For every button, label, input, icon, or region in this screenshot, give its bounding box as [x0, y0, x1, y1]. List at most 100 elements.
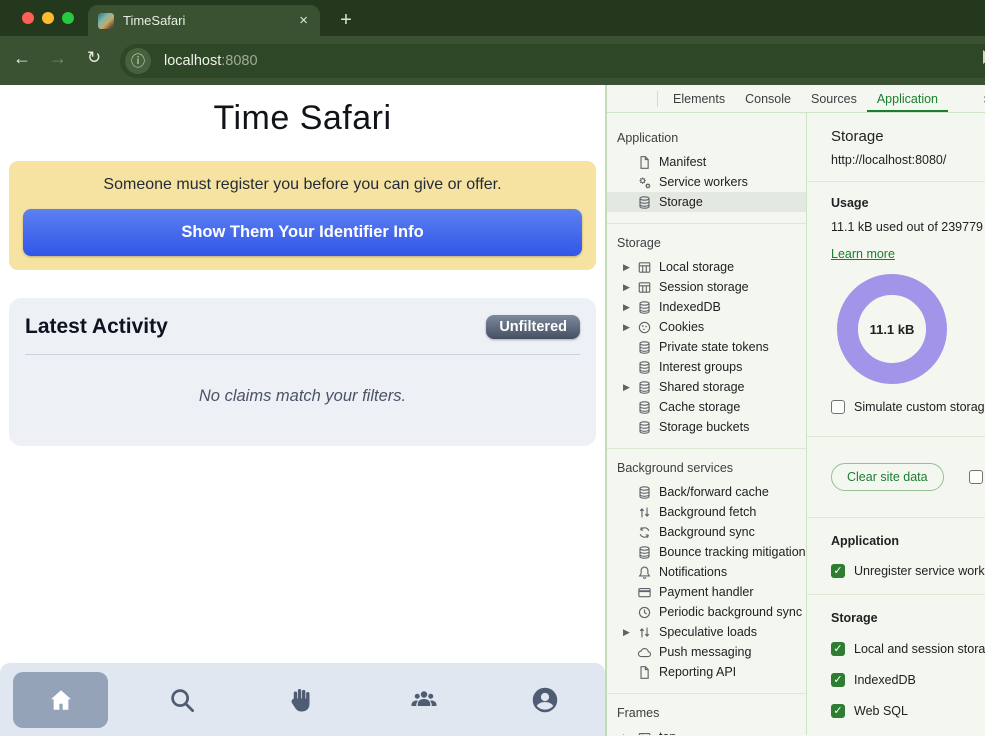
show-identifier-info-button[interactable]: Show Them Your Identifier Info [23, 209, 582, 256]
database-icon [636, 379, 652, 395]
checkbox-label: Unregister service workers [854, 564, 985, 578]
profile-icon[interactable] [530, 685, 560, 715]
info-icon[interactable]: ⓘ [125, 48, 151, 74]
sidebar-item-reporting-api[interactable]: Reporting API [607, 662, 806, 682]
checkbox-label: Local and session storage [854, 642, 985, 656]
sidebar-item-label: Private state tokens [659, 340, 769, 354]
sidebar-item-label: Cookies [659, 320, 704, 334]
search-icon[interactable] [167, 685, 197, 715]
application-checkbox-list: ✓ Unregister service workers [831, 564, 985, 578]
include-third-party-checkbox[interactable] [969, 470, 983, 484]
expander-triangle-icon[interactable]: ▶ [623, 382, 636, 393]
sidebar-item-interest-groups[interactable]: Interest groups [607, 357, 806, 377]
sidebar-item-indexeddb[interactable]: ▶IndexedDB [607, 297, 806, 317]
checkbox-unregister-service-workers[interactable]: ✓ [831, 564, 845, 578]
sidebar-item-storage[interactable]: Storage [607, 192, 806, 212]
devtools-storage-pane: Storage http://localhost:8080/ Usage 11.… [807, 113, 985, 735]
simulate-quota-label: Simulate custom storage quota [854, 400, 985, 414]
minimize-icon[interactable] [42, 12, 54, 24]
sidebar-item-cookies[interactable]: ▶ Cookies [607, 317, 806, 337]
reload-icon[interactable]: ↻ [81, 48, 107, 68]
clear-site-data-row: Clear site data including third-party co… [831, 449, 985, 505]
url-text[interactable]: localhost:8080 [164, 53, 258, 69]
nav-item-projects[interactable] [242, 685, 363, 715]
people-icon[interactable] [409, 685, 439, 715]
sidebar-item-cache-storage[interactable]: Cache storage [607, 397, 806, 417]
sidebar-item-label: Notifications [659, 565, 727, 579]
devtools-tab-application[interactable]: Application [867, 85, 948, 112]
devtools-tab-sources[interactable]: Sources [801, 85, 867, 112]
hand-icon[interactable] [288, 685, 318, 715]
storage-section-header: Storage [831, 611, 985, 625]
sidebar-item-private-state-tokens[interactable]: Private state tokens [607, 337, 806, 357]
expander-triangle-icon[interactable]: ▶ [623, 322, 636, 333]
sidebar-item-notifications[interactable]: Notifications [607, 562, 806, 582]
device-toolbar-icon[interactable] [631, 87, 655, 111]
clear-site-data-button[interactable]: Clear site data [831, 463, 944, 491]
expander-triangle-icon[interactable]: ▶ [623, 282, 636, 293]
devtools-tab-elements[interactable]: Elements [663, 85, 735, 112]
sidebar-item-speculative-loads[interactable]: ▶Speculative loads [607, 622, 806, 642]
close-icon[interactable] [22, 12, 34, 24]
nav-item-contacts[interactable] [363, 685, 484, 715]
sidebar-section-background-services: Background services Back/forward cache Bac… [607, 448, 806, 693]
checkbox-local-and-session-storage[interactable]: ✓ [831, 642, 845, 656]
sidebar-item-top[interactable]: ▶top [607, 727, 806, 735]
sidebar-item-local-storage[interactable]: ▶ Local storage [607, 257, 806, 277]
sidebar-item-label: Manifest [659, 155, 706, 169]
sidebar-item-shared-storage[interactable]: ▶Shared storage [607, 377, 806, 397]
sidebar-item-label: Service workers [659, 175, 748, 189]
zoom-icon[interactable] [62, 12, 74, 24]
back-icon[interactable]: ← [9, 48, 35, 69]
browser-tab[interactable]: TimeSafari × [88, 5, 320, 36]
sidebar-item-manifest[interactable]: Manifest [607, 152, 806, 172]
forward-icon: → [45, 48, 71, 69]
window-controls [22, 12, 74, 24]
storage-checkbox-list: ✓Local and session storage✓IndexedDB✓Web… [831, 642, 985, 735]
database-icon [636, 399, 652, 415]
nav-item-profile[interactable] [484, 685, 605, 715]
sidebar-item-payment-handler[interactable]: Payment handler [607, 582, 806, 602]
sidebar-item-service-workers[interactable]: Service workers [607, 172, 806, 192]
tab-close-icon[interactable]: × [297, 12, 310, 29]
sidebar-item-session-storage[interactable]: ▶Session storage [607, 277, 806, 297]
table-icon [636, 279, 652, 295]
devtools-sidebar: ApplicationManifestService workersStorag… [607, 113, 807, 735]
inspect-icon[interactable] [607, 87, 631, 111]
sidebar-item-bounce-tracking-mitigations[interactable]: Bounce tracking mitigations [607, 542, 806, 562]
home-icon[interactable] [13, 672, 108, 728]
sidebar-item-storage-buckets[interactable]: Storage buckets [607, 417, 806, 437]
sidebar-item-back-forward-cache[interactable]: Back/forward cache [607, 482, 806, 502]
new-tab-button[interactable]: + [332, 6, 360, 34]
latest-activity-panel: Latest Activity Unfiltered No claims mat… [9, 298, 596, 446]
sidebar-item-push-messaging[interactable]: Push messaging [607, 642, 806, 662]
usage-donut-label: 11.1 kB [870, 322, 915, 337]
tabbar-separator [657, 91, 658, 107]
sidebar-item-periodic-background-sync[interactable]: Periodic background sync [607, 602, 806, 622]
usage-header: Usage [831, 196, 985, 210]
bottom-navigation [0, 663, 605, 736]
checkbox-web-sql[interactable]: ✓ [831, 704, 845, 718]
sidebar-item-label: Back/forward cache [659, 485, 769, 499]
database-icon [636, 339, 652, 355]
sync-icon [636, 524, 652, 540]
sidebar-item-label: Local storage [659, 260, 734, 274]
simulate-quota-checkbox[interactable] [831, 400, 845, 414]
database-icon [636, 484, 652, 500]
checkbox-indexeddb[interactable]: ✓ [831, 673, 845, 687]
sidebar-item-background-fetch[interactable]: Background fetch [607, 502, 806, 522]
expander-triangle-icon[interactable]: ▶ [623, 627, 636, 638]
application-section-header: Application [831, 534, 985, 548]
devtools-tab-console[interactable]: Console [735, 85, 801, 112]
learn-more-link[interactable]: Learn more [831, 247, 895, 261]
sidebar-item-background-sync[interactable]: Background sync [607, 522, 806, 542]
nav-item-search[interactable] [121, 685, 242, 715]
expander-triangle-icon[interactable]: ▶ [623, 262, 636, 273]
unfiltered-badge[interactable]: Unfiltered [486, 315, 580, 339]
tab-title: TimeSafari [123, 13, 297, 28]
expander-triangle-icon[interactable]: ▶ [623, 302, 636, 313]
address-bar[interactable]: ⓘ localhost:8080 [120, 44, 985, 78]
expander-triangle-icon[interactable]: ▶ [623, 732, 636, 736]
nav-item-home[interactable] [0, 672, 121, 728]
sidebar-section-header: Background services [607, 455, 806, 482]
